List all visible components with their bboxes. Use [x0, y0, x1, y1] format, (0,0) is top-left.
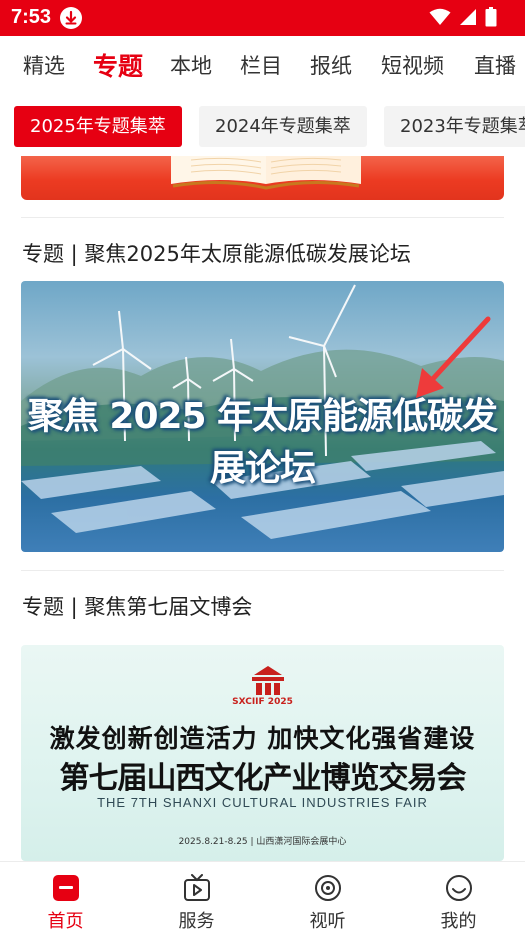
image-slogan: 激发创新创造活力 加快文化强省建设 — [49, 724, 476, 753]
home-icon — [52, 875, 79, 901]
wifi-icon — [429, 8, 451, 30]
tab-short-video[interactable]: 短视频 — [381, 50, 444, 80]
nav-label: 视听 — [309, 911, 346, 932]
tab-topics[interactable]: 专题 — [93, 47, 143, 83]
tab-newspaper[interactable]: 报纸 — [310, 50, 352, 80]
previous-card-image[interactable] — [21, 156, 504, 200]
sub-tabs: 2025年专题集萃 2024年专题集萃 2023年专题集萃 — [0, 92, 525, 156]
image-subtitle: THE 7TH SHANXI CULTURAL INDUSTRIES FAIR — [97, 795, 428, 810]
fair-logo-text: SXCIIF 2025 — [232, 697, 293, 707]
subtab-2025[interactable]: 2025年专题集萃 — [14, 106, 182, 147]
fair-logo-icon — [252, 666, 284, 695]
nav-media[interactable]: 视听 — [262, 862, 393, 936]
tab-columns[interactable]: 栏目 — [240, 50, 282, 80]
image-date: 2025.8.21-8.25 | 山西潇河国际会展中心 — [178, 837, 347, 847]
nav-label: 首页 — [47, 911, 84, 932]
annotation-arrow-icon — [416, 316, 491, 398]
nav-label: 服务 — [178, 911, 215, 932]
nav-me[interactable]: 我的 — [393, 862, 524, 936]
card-image-culture-fair[interactable]: SXCIIF 2025 激发创新创造活力 加快文化强省建设 第七届山西文化产业博… — [21, 645, 504, 861]
subtab-2023[interactable]: 2023年专题集萃 — [384, 106, 525, 147]
card-title[interactable]: 专题 | 聚焦第七届文博会 — [22, 591, 252, 621]
book-illustration — [171, 156, 361, 190]
card-title[interactable]: 专题 | 聚焦2025年太原能源低碳发展论坛 — [22, 238, 411, 268]
tv-icon — [183, 874, 210, 901]
subtab-2024[interactable]: 2024年专题集萃 — [199, 106, 367, 147]
bottom-nav: 首页 服务 视听 我的 — [0, 861, 525, 936]
smile-icon — [445, 875, 472, 901]
target-icon — [314, 875, 341, 901]
divider — [21, 570, 504, 571]
feed-list: 专题 | 聚焦2025年太原能源低碳发展论坛 聚焦 2025 年太原能源低碳发展… — [0, 156, 525, 861]
signal-icon — [459, 8, 477, 30]
download-icon — [60, 7, 82, 29]
tab-local[interactable]: 本地 — [170, 50, 212, 80]
nav-home[interactable]: 首页 — [0, 862, 131, 936]
image-title: 第七届山西文化产业博览交易会 — [59, 761, 467, 796]
status-bar: 7:53 — [0, 0, 525, 36]
tab-live[interactable]: 直播 — [474, 50, 516, 80]
nav-label: 我的 — [440, 911, 477, 932]
divider — [21, 217, 504, 218]
nav-service[interactable]: 服务 — [131, 862, 262, 936]
image-overlay-text: 聚焦 2025 年太原能源低碳发展论坛 — [27, 396, 498, 489]
status-time: 7:53 — [11, 6, 52, 28]
channel-tabs: 精选 专题 本地 栏目 报纸 短视频 直播 — [0, 36, 525, 92]
battery-icon — [485, 7, 497, 31]
tab-featured[interactable]: 精选 — [23, 50, 65, 80]
